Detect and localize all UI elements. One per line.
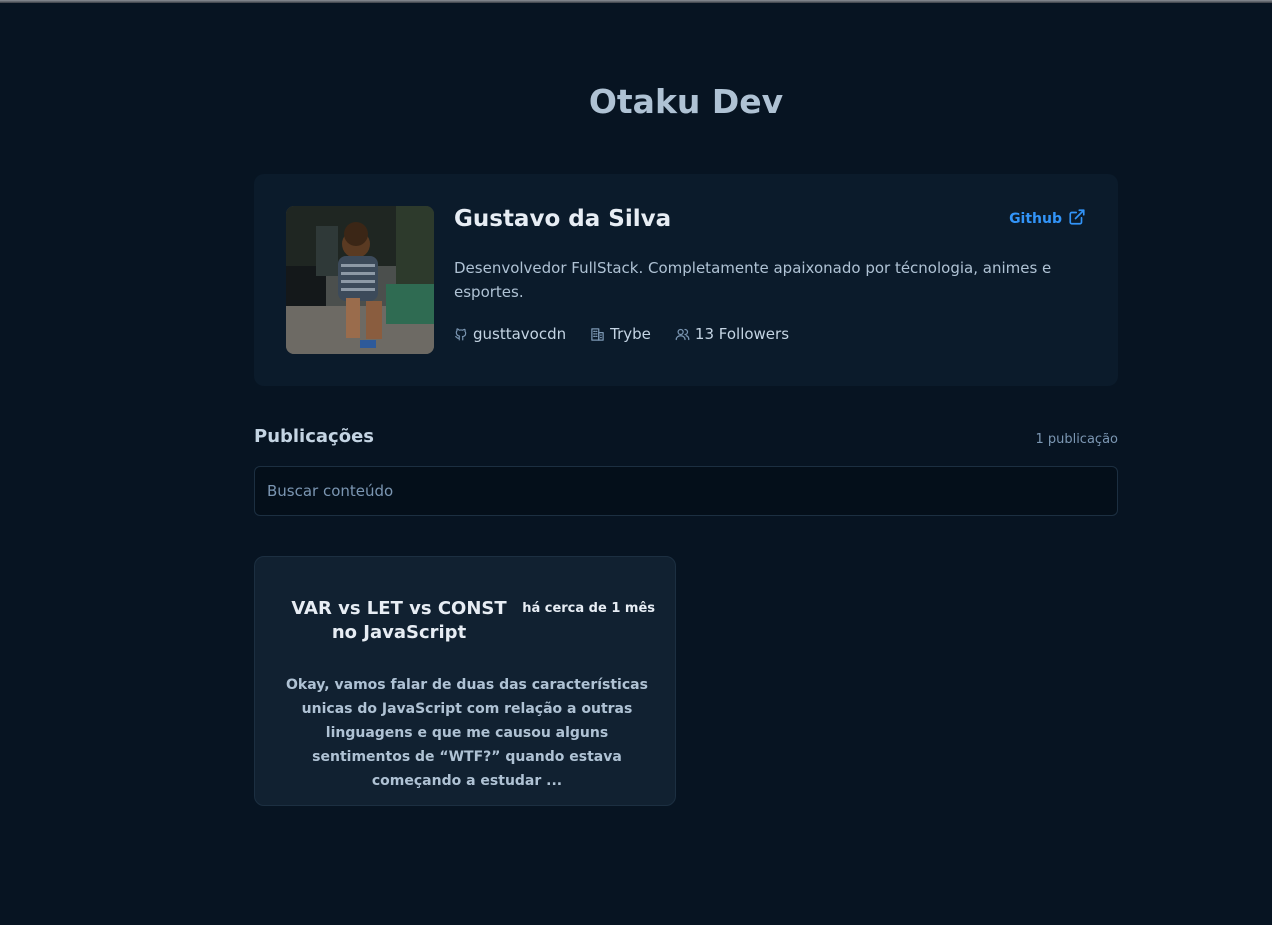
github-link-label: Github bbox=[1009, 211, 1062, 227]
post-card[interactable]: VAR vs LET vs CONST no JavaScript há cer… bbox=[254, 556, 676, 806]
post-title[interactable]: VAR vs LET vs CONST no JavaScript bbox=[279, 597, 519, 645]
company-item: Trybe bbox=[590, 325, 651, 343]
publications-title: Publicações bbox=[254, 426, 375, 447]
building-icon bbox=[590, 327, 605, 342]
browser-top-border bbox=[0, 0, 1272, 3]
post-excerpt: Okay, vamos falar de duas das caracterís… bbox=[286, 677, 648, 789]
search-input[interactable] bbox=[254, 466, 1118, 516]
users-icon bbox=[675, 327, 690, 342]
publications-count: 1 publicação bbox=[1035, 432, 1118, 447]
site-title: Otaku Dev bbox=[588, 82, 784, 121]
profile-bio: Desenvolvedor FullStack. Completamente a… bbox=[454, 259, 1052, 301]
username-item: gusttavocdn bbox=[454, 325, 566, 343]
company-text: Trybe bbox=[610, 325, 651, 343]
profile-meta: gusttavocdn Trybe 13 Followers bbox=[454, 325, 789, 343]
profile-name: Gustavo da Silva bbox=[454, 206, 672, 232]
followers-item: 13 Followers bbox=[675, 325, 789, 343]
post-date: há cerca de 1 mês bbox=[522, 601, 655, 616]
external-link-icon bbox=[1068, 208, 1086, 230]
followers-text: 13 Followers bbox=[694, 325, 790, 343]
github-icon bbox=[454, 327, 468, 341]
avatar bbox=[286, 206, 434, 354]
github-link[interactable]: Github bbox=[1009, 208, 1086, 230]
profile-card: Gustavo da Silva Github Desenvolvedor Fu… bbox=[254, 174, 1118, 386]
username-text: gusttavocdn bbox=[473, 325, 567, 343]
